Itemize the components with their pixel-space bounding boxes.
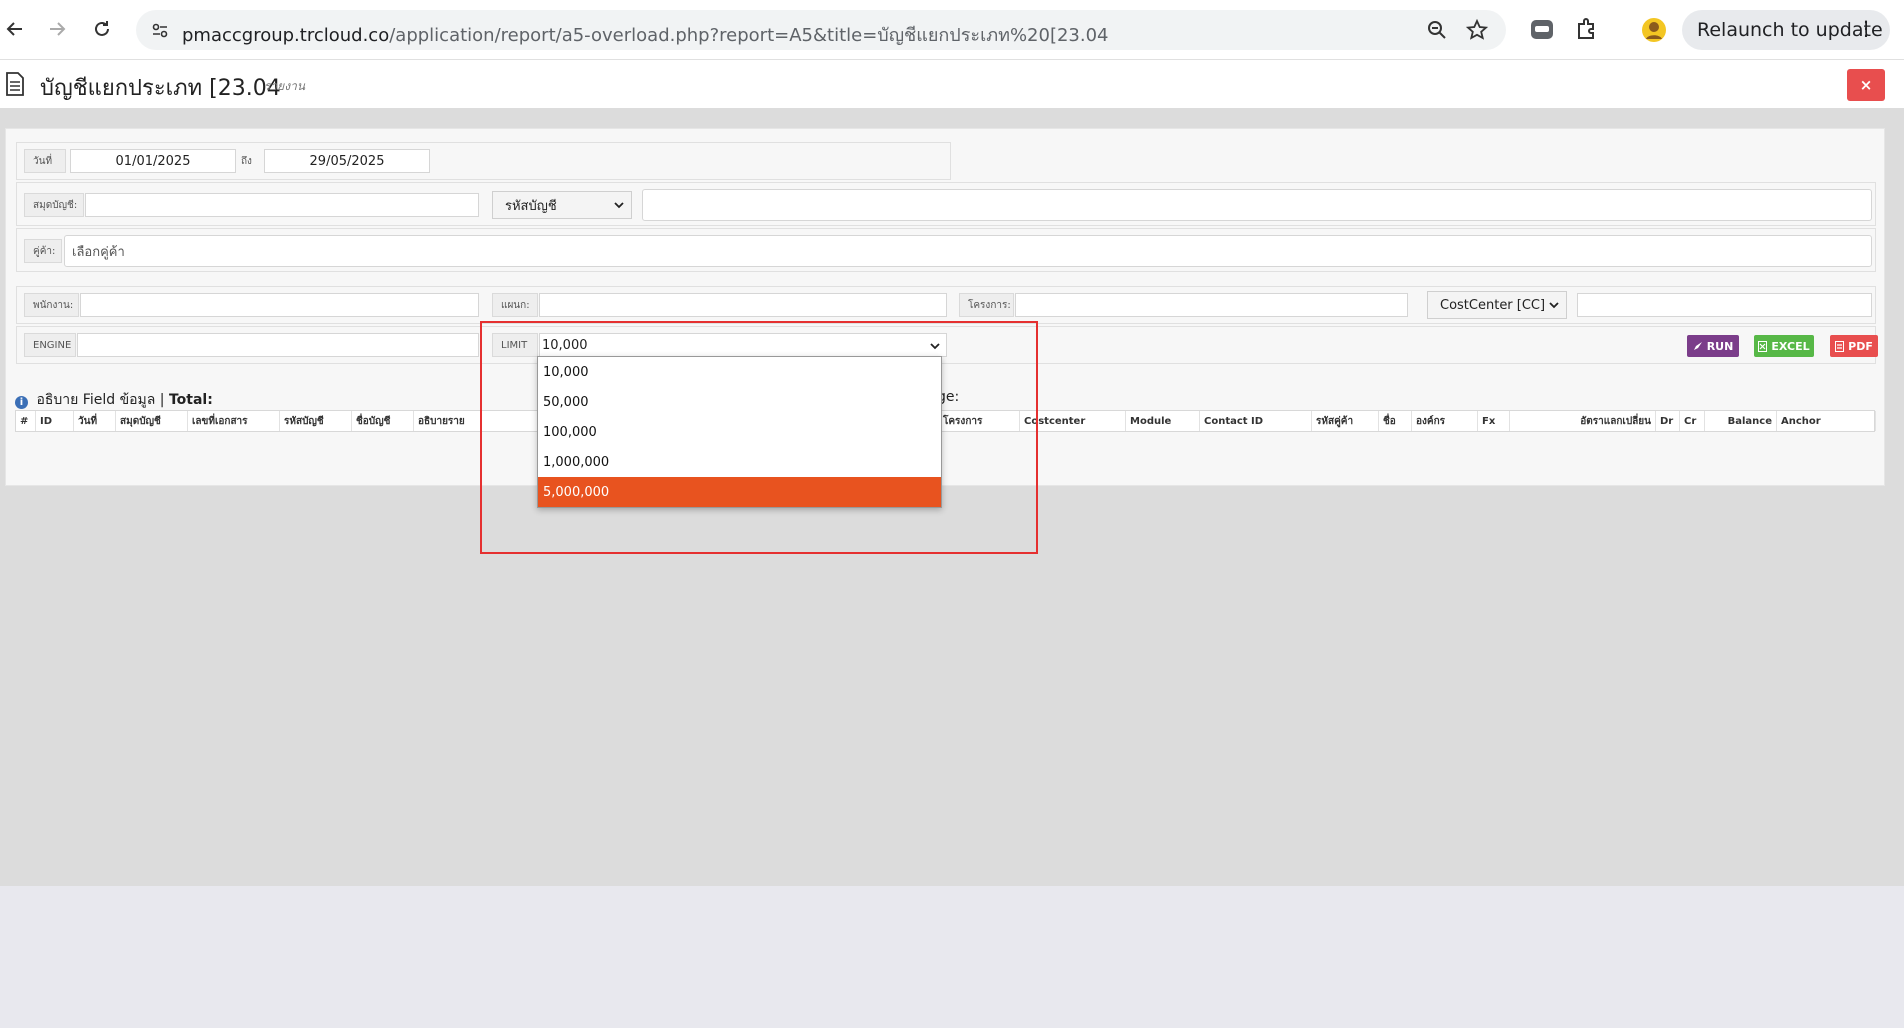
table-header-cell[interactable]: อัตราแลกเปลี่ยน — [1510, 411, 1656, 431]
account-code-input[interactable] — [642, 189, 1872, 221]
date-to-input[interactable]: 29/05/2025 — [264, 149, 430, 173]
more-menu-icon[interactable]: ⋮ — [1856, 18, 1876, 38]
contact-input[interactable]: เลือกคู่ค้า — [64, 235, 1872, 267]
field-info-link[interactable]: อธิบาย Field ข้อมูล — [36, 392, 155, 408]
line-extension-icon[interactable] — [1528, 16, 1556, 44]
address-bar[interactable]: pmaccgroup.trcloud.co/application/report… — [136, 10, 1506, 50]
relaunch-button[interactable]: Relaunch to update ⋮ — [1682, 10, 1890, 50]
costcenter-input[interactable] — [1577, 293, 1872, 317]
project-input[interactable] — [1015, 293, 1408, 317]
browser-toolbar: pmaccgroup.trcloud.co/application/report… — [0, 0, 1904, 60]
table-header-cell[interactable]: Module — [1126, 411, 1200, 431]
zoom-icon[interactable] — [1426, 19, 1448, 41]
table-header-cell[interactable]: Fx — [1478, 411, 1510, 431]
run-button[interactable]: RUN — [1687, 335, 1739, 357]
employee-input[interactable] — [80, 293, 479, 317]
date-from-input[interactable]: 01/01/2025 — [70, 149, 236, 173]
project-label: โครงการ: — [959, 293, 1014, 317]
account-row: สมุดบัญชี: รหัสบัญชี — [16, 182, 1876, 226]
total-label: Total: — [168, 392, 213, 408]
site-settings-icon[interactable] — [150, 20, 170, 40]
bookmark-star-icon[interactable] — [1466, 19, 1488, 41]
page-footer-area — [0, 886, 1904, 1028]
file-pdf-icon — [1835, 340, 1845, 352]
table-header-cell[interactable]: องค์กร — [1412, 411, 1478, 431]
url-text: pmaccgroup.trcloud.co/application/report… — [182, 25, 1109, 46]
to-label: ถึง — [241, 155, 252, 167]
page-title: บัญชีแยกประเภท [23.04 — [40, 76, 281, 101]
profile-avatar-icon[interactable] — [1640, 16, 1668, 44]
table-header-cell[interactable]: เลขที่เอกสาร — [188, 411, 280, 431]
date-row: วันที่ 01/01/2025 ถึง 29/05/2025 — [16, 142, 951, 180]
table-header-cell[interactable]: รหัสคู่ค้า — [1312, 411, 1379, 431]
app-header: บัญชีแยกประเภท [23.04 รายงาน × — [0, 60, 1904, 108]
chevron-down-icon — [614, 202, 624, 209]
table-header-cell[interactable]: Anchor — [1777, 411, 1876, 431]
table-header-cell[interactable]: Dr — [1656, 411, 1680, 431]
table-header-cell[interactable]: รหัสบัญชี — [280, 411, 352, 431]
journal-input[interactable] — [85, 193, 479, 217]
extensions-puzzle-icon[interactable] — [1573, 16, 1601, 44]
table-header-cell[interactable]: # — [16, 411, 36, 431]
file-excel-icon — [1758, 340, 1768, 352]
table-header-cell[interactable]: ID — [36, 411, 74, 431]
contact-label: คู่ค้า: — [24, 239, 62, 263]
document-icon — [6, 72, 24, 96]
department-input[interactable] — [539, 293, 947, 317]
table-header-cell[interactable]: สมุดบัญชี — [116, 411, 188, 431]
table-header-cell[interactable]: Contact ID — [1200, 411, 1312, 431]
table-header-cell[interactable]: Cr — [1680, 411, 1705, 431]
account-type-select[interactable]: รหัสบัญชี — [492, 191, 632, 219]
table-header-cell[interactable]: ชื่อ — [1379, 411, 1412, 431]
table-header-cell[interactable]: วันที่ — [74, 411, 116, 431]
highlight-annotation-box — [480, 321, 1038, 554]
table-header-cell[interactable]: Balance — [1705, 411, 1777, 431]
page-subtitle: รายงาน — [264, 79, 306, 93]
info-icon[interactable]: i — [15, 396, 28, 409]
dimension-row: พนักงาน: แผนก: โครงการ: CostCenter [CC] — [16, 286, 1876, 324]
rocket-icon — [1693, 342, 1702, 350]
close-button[interactable]: × — [1847, 69, 1885, 101]
table-header-cell[interactable]: ชื่อบัญชี — [352, 411, 414, 431]
engine-label: ENGINE — [24, 333, 76, 357]
pdf-button[interactable]: PDF — [1830, 335, 1878, 357]
journal-label: สมุดบัญชี: — [24, 193, 84, 217]
employee-label: พนักงาน: — [24, 293, 79, 317]
contact-row: คู่ค้า: เลือกคู่ค้า — [16, 228, 1876, 272]
chevron-down-icon — [1549, 302, 1559, 309]
field-info-line: i อธิบาย Field ข้อมูล | Total: — [15, 389, 213, 411]
back-icon[interactable] — [0, 14, 30, 44]
forward-icon[interactable] — [42, 14, 72, 44]
engine-input[interactable] — [77, 333, 479, 357]
excel-button[interactable]: EXCEL — [1754, 335, 1814, 357]
date-label: วันที่ — [24, 149, 66, 173]
department-label: แผนก: — [492, 293, 538, 317]
costcenter-select[interactable]: CostCenter [CC] — [1427, 291, 1567, 319]
reload-icon[interactable] — [87, 14, 117, 44]
